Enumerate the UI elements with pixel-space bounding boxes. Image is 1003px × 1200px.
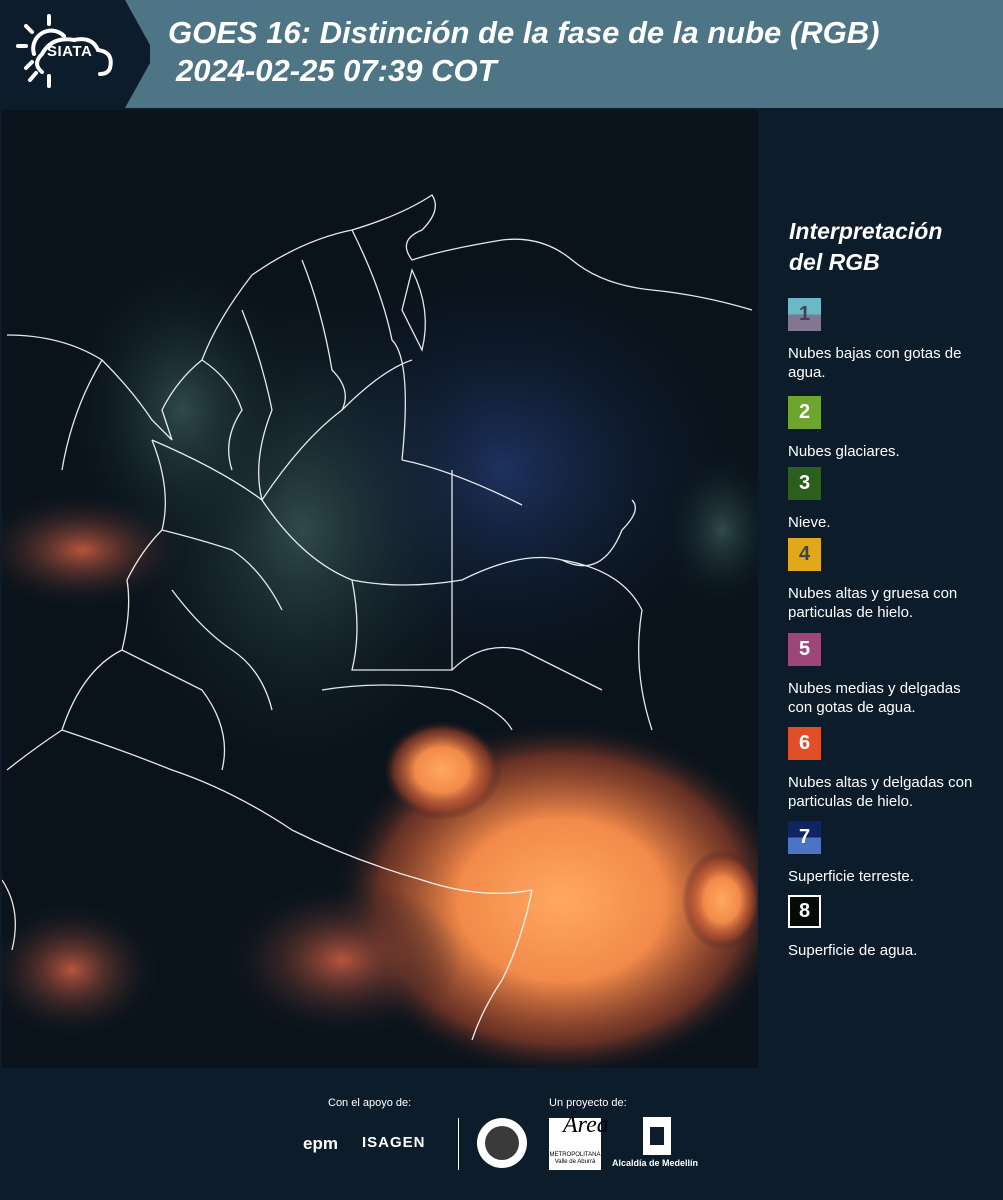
legend-text-1: Nubes bajas con gotas de agua.	[788, 345, 962, 381]
legend-item-8: 8 Superficie de agua.	[788, 895, 988, 960]
page-title: GOES 16: Distinción de la fase de la nub…	[168, 14, 879, 90]
legend-swatch-5: 5	[788, 633, 821, 666]
alcaldia-text: Alcaldía de Medellín	[612, 1158, 699, 1168]
alcaldia-icon	[643, 1117, 671, 1155]
area-metropolitana-logo: Área METROPOLITANA Valle de Aburrá	[549, 1113, 609, 1170]
footer-divider	[458, 1118, 459, 1170]
project-label: Un proyecto de:	[549, 1097, 627, 1109]
title-line-1: GOES 16: Distinción de la fase de la nub…	[168, 15, 880, 50]
legend-swatch-6: 6	[788, 727, 821, 760]
legend-swatch-3: 3	[788, 467, 821, 500]
legend-title-line-2: del RGB	[789, 249, 880, 275]
legend-text-7: Superficie terreste.	[788, 868, 914, 885]
legend-text-5: Nubes medias y delgadas con gotas de agu…	[788, 680, 961, 716]
legend-text-3: Nieve.	[788, 514, 831, 531]
support-label: Con el apoyo de:	[328, 1097, 412, 1109]
siata-logo: SIATA	[0, 0, 150, 108]
legend-item-3: 3 Nieve.	[788, 467, 988, 532]
area-logo-text: METROPOLITANA Valle de Aburrá	[549, 1152, 601, 1165]
seal-logo	[477, 1118, 527, 1168]
legend-item-2: 2 Nubes glaciares.	[788, 396, 988, 461]
legend-item-5: 5 Nubes medias y delgadas con gotas de a…	[788, 633, 988, 717]
header: SIATA GOES 16: Distinción de la fase de …	[0, 0, 1003, 108]
legend-swatch-7: 7	[788, 821, 821, 854]
legend-swatch-2: 2	[788, 396, 821, 429]
siata-logo-text: SIATA	[47, 43, 93, 60]
legend-title: Interpretación del RGB	[789, 216, 942, 278]
legend-text-6: Nubes altas y delgadas con particulas de…	[788, 774, 973, 810]
footer: Con el apoyo de: Un proyecto de: epm ISA…	[0, 1070, 1003, 1200]
legend-item-7: 7 Superficie terreste.	[788, 821, 988, 886]
satellite-image	[2, 110, 758, 1068]
legend-swatch-1: 1	[788, 298, 821, 331]
legend-item-4: 4 Nubes altas y gruesa con particulas de…	[788, 538, 988, 622]
legend-swatch-8: 8	[788, 895, 821, 928]
legend-panel: Interpretación del RGB 1 Nubes bajas con…	[760, 110, 1003, 1068]
isagen-logo: ISAGEN	[362, 1134, 426, 1151]
legend-text-4: Nubes altas y gruesa con particulas de h…	[788, 585, 958, 621]
legend-text-8: Superficie de agua.	[788, 942, 918, 959]
legend-item-1: 1 Nubes bajas con gotas de agua.	[788, 298, 988, 382]
legend-text-2: Nubes glaciares.	[788, 443, 900, 460]
legend-title-line-1: Interpretación	[789, 218, 943, 244]
satellite-map	[2, 110, 758, 1068]
legend-item-6: 6 Nubes altas y delgadas con particulas …	[788, 727, 988, 811]
epm-logo: epm	[303, 1134, 338, 1153]
legend-swatch-4: 4	[788, 538, 821, 571]
title-line-2: 2024-02-25 07:39 COT	[176, 53, 497, 88]
